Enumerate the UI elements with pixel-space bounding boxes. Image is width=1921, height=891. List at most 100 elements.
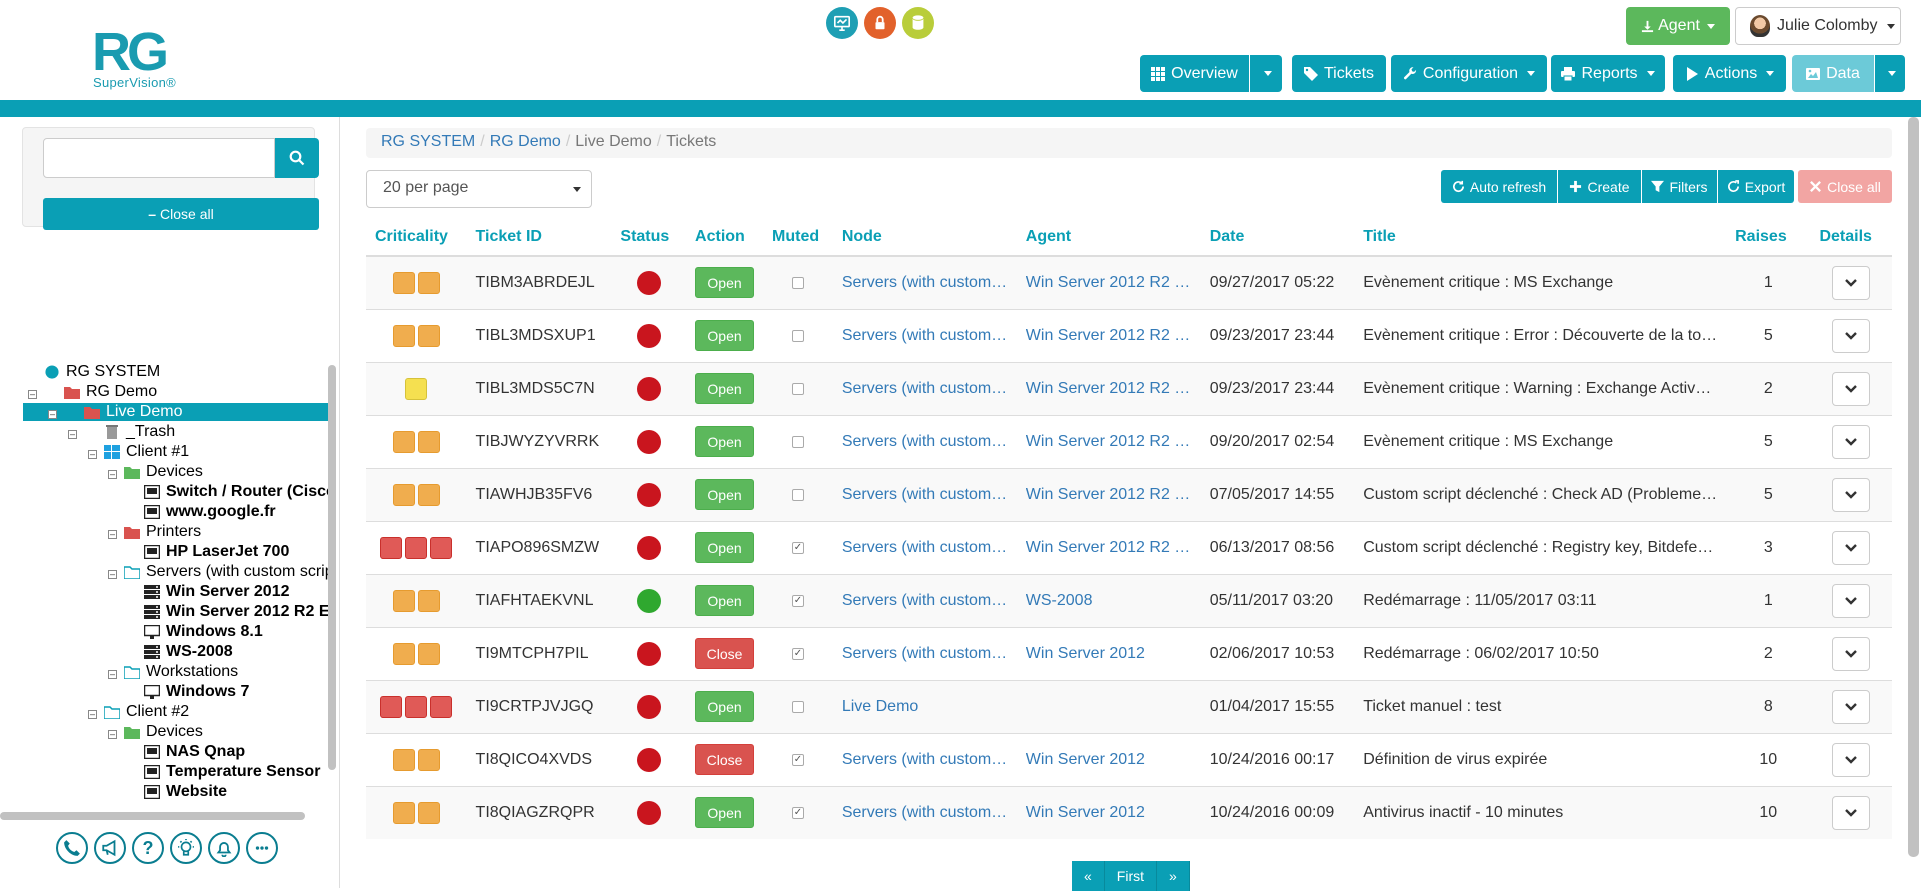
chat-icon[interactable]: [246, 832, 278, 864]
column-header[interactable]: Title: [1354, 218, 1727, 257]
tree-node[interactable]: Website: [143, 782, 229, 802]
details-button[interactable]: [1832, 583, 1871, 618]
muted-checkbox[interactable]: [791, 329, 804, 342]
tree-node[interactable]: Switch / Router (Cisco: [143, 482, 328, 502]
agent-link[interactable]: Win Server 2012 R2 …: [1026, 380, 1192, 398]
tree-node[interactable]: Win Server 2012 R2 E: [144, 602, 328, 622]
details-button[interactable]: [1832, 265, 1871, 300]
breadcrumb-item[interactable]: RG Demo: [490, 133, 561, 150]
pager-next-button[interactable]: »: [1157, 861, 1190, 891]
node-link[interactable]: Servers (with custom…: [842, 486, 1008, 504]
details-button[interactable]: [1832, 689, 1871, 724]
tree-expander[interactable]: –: [108, 670, 117, 679]
ticket-action-button[interactable]: Open: [695, 320, 755, 351]
tree-node[interactable]: Win Server 2012: [144, 582, 291, 602]
tree-expander[interactable]: –: [108, 470, 117, 479]
table-row[interactable]: TIAPO896SMZW Open ✓ Servers (with custom… Wi…: [366, 520, 1892, 574]
tree-vertical-scrollbar[interactable]: [328, 365, 336, 770]
tree-node[interactable]: Servers (with custom scrip: [123, 562, 328, 582]
tree-node[interactable]: Devices: [124, 722, 205, 742]
muted-checkbox[interactable]: [791, 276, 804, 289]
details-button[interactable]: [1832, 530, 1871, 565]
nav-overview-dropdown[interactable]: [1250, 55, 1282, 92]
tree-node[interactable]: Client #2: [103, 702, 191, 722]
pager-first-button[interactable]: First: [1104, 861, 1158, 891]
page-vertical-scrollbar[interactable]: [1908, 117, 1919, 857]
table-row[interactable]: TI8QICO4XVDS Close ✓ Servers (with custom… W…: [366, 732, 1892, 786]
lightbulb-icon[interactable]: [170, 832, 202, 864]
tree-expander[interactable]: –: [68, 430, 77, 439]
node-link[interactable]: Servers (with custom…: [842, 327, 1008, 345]
agent-link[interactable]: Win Server 2012: [1026, 751, 1192, 769]
details-button[interactable]: [1832, 795, 1871, 830]
table-row[interactable]: TIAWHJB35FV6 Open Servers (with custom… Win…: [366, 467, 1892, 521]
column-header[interactable]: Muted: [763, 218, 833, 257]
agent-link[interactable]: Win Server 2012 R2 …: [1026, 433, 1192, 451]
tree-node[interactable]: RG SYSTEM: [44, 362, 162, 382]
column-header[interactable]: Action: [686, 218, 764, 257]
tree-expander[interactable]: –: [48, 410, 57, 419]
tree-expander[interactable]: –: [28, 390, 37, 399]
column-header[interactable]: Criticality: [366, 218, 467, 257]
table-row[interactable]: TI9CRTPJVJGQ Open Live Demo 01/04/2017 15:5…: [366, 679, 1892, 733]
agent-link[interactable]: Win Server 2012 R2 …: [1026, 274, 1192, 292]
tree-node[interactable]: NAS Qnap: [143, 742, 247, 762]
table-row[interactable]: TI8QIAGZRQPR Open ✓ Servers (with custom… Wi…: [366, 785, 1892, 839]
logo[interactable]: RG SuperVision®: [92, 25, 217, 90]
ticket-action-button[interactable]: Open: [695, 373, 755, 404]
muted-checkbox[interactable]: [791, 435, 804, 448]
tree-node[interactable]: RG Demo: [64, 382, 159, 402]
user-menu-button[interactable]: Julie Colomby: [1735, 7, 1901, 45]
column-header[interactable]: Ticket ID: [466, 218, 612, 257]
agent-link[interactable]: Win Server 2012 R2 …: [1026, 327, 1192, 345]
agent-link[interactable]: Win Server 2012 R2 …: [1026, 486, 1192, 504]
node-link[interactable]: Servers (with custom…: [842, 645, 1008, 663]
column-header[interactable]: Node: [832, 218, 1017, 257]
tree-close-all-button[interactable]: – Close all: [43, 198, 319, 230]
details-button[interactable]: [1832, 636, 1871, 671]
agent-link[interactable]: Win Server 2012: [1026, 645, 1192, 663]
phone-icon[interactable]: [56, 832, 88, 864]
tree-node[interactable]: Devices: [124, 462, 205, 482]
node-link[interactable]: Servers (with custom…: [842, 274, 1008, 292]
details-button[interactable]: [1832, 424, 1871, 459]
agent-link[interactable]: WS-2008: [1026, 592, 1192, 610]
tree-expander[interactable]: –: [108, 530, 117, 539]
tree-node[interactable]: Client #1: [104, 442, 191, 462]
bell-icon[interactable]: [208, 832, 240, 864]
muted-checkbox[interactable]: ✓: [791, 753, 804, 766]
details-button[interactable]: [1832, 318, 1871, 353]
nav-data-button[interactable]: Data: [1792, 55, 1874, 92]
ticket-action-button[interactable]: Open: [695, 585, 755, 616]
node-link[interactable]: Servers (with custom…: [842, 592, 1008, 610]
export-button[interactable]: Export: [1718, 170, 1794, 203]
details-button[interactable]: [1832, 742, 1871, 777]
tree-expander[interactable]: –: [108, 570, 117, 579]
node-link[interactable]: Servers (with custom…: [842, 804, 1008, 822]
tree-expander[interactable]: –: [88, 450, 97, 459]
column-header[interactable]: Details: [1810, 218, 1892, 257]
megaphone-icon[interactable]: [94, 832, 126, 864]
column-header[interactable]: Raises: [1726, 218, 1811, 257]
tree-node[interactable]: Printers: [124, 522, 203, 542]
breadcrumb-item[interactable]: RG SYSTEM: [381, 133, 475, 150]
tree-expander[interactable]: –: [108, 730, 117, 739]
create-button[interactable]: Create: [1558, 170, 1641, 203]
nav-configuration-button[interactable]: Configuration: [1391, 55, 1547, 92]
tree-node[interactable]: HP LaserJet 700: [143, 542, 291, 562]
muted-checkbox[interactable]: ✓: [791, 594, 804, 607]
ticket-action-button[interactable]: Open: [695, 479, 755, 510]
tree-node[interactable]: Windows 8.1: [143, 622, 265, 642]
node-link[interactable]: Servers (with custom…: [842, 539, 1008, 557]
ticket-action-button[interactable]: Open: [695, 797, 755, 829]
ticket-action-button[interactable]: Open: [695, 426, 755, 457]
sidebar-search-input[interactable]: [43, 138, 275, 178]
muted-checkbox[interactable]: ✓: [791, 541, 804, 554]
column-header[interactable]: Agent: [1016, 218, 1201, 257]
tree-node[interactable]: Temperature Sensor: [143, 762, 322, 782]
ticket-action-button[interactable]: Open: [695, 691, 755, 722]
agent-button[interactable]: Agent: [1626, 7, 1730, 45]
tree-node[interactable]: _Trash: [104, 422, 177, 442]
close-all-tickets-button[interactable]: Close all: [1798, 170, 1892, 203]
database-icon[interactable]: [902, 7, 934, 39]
